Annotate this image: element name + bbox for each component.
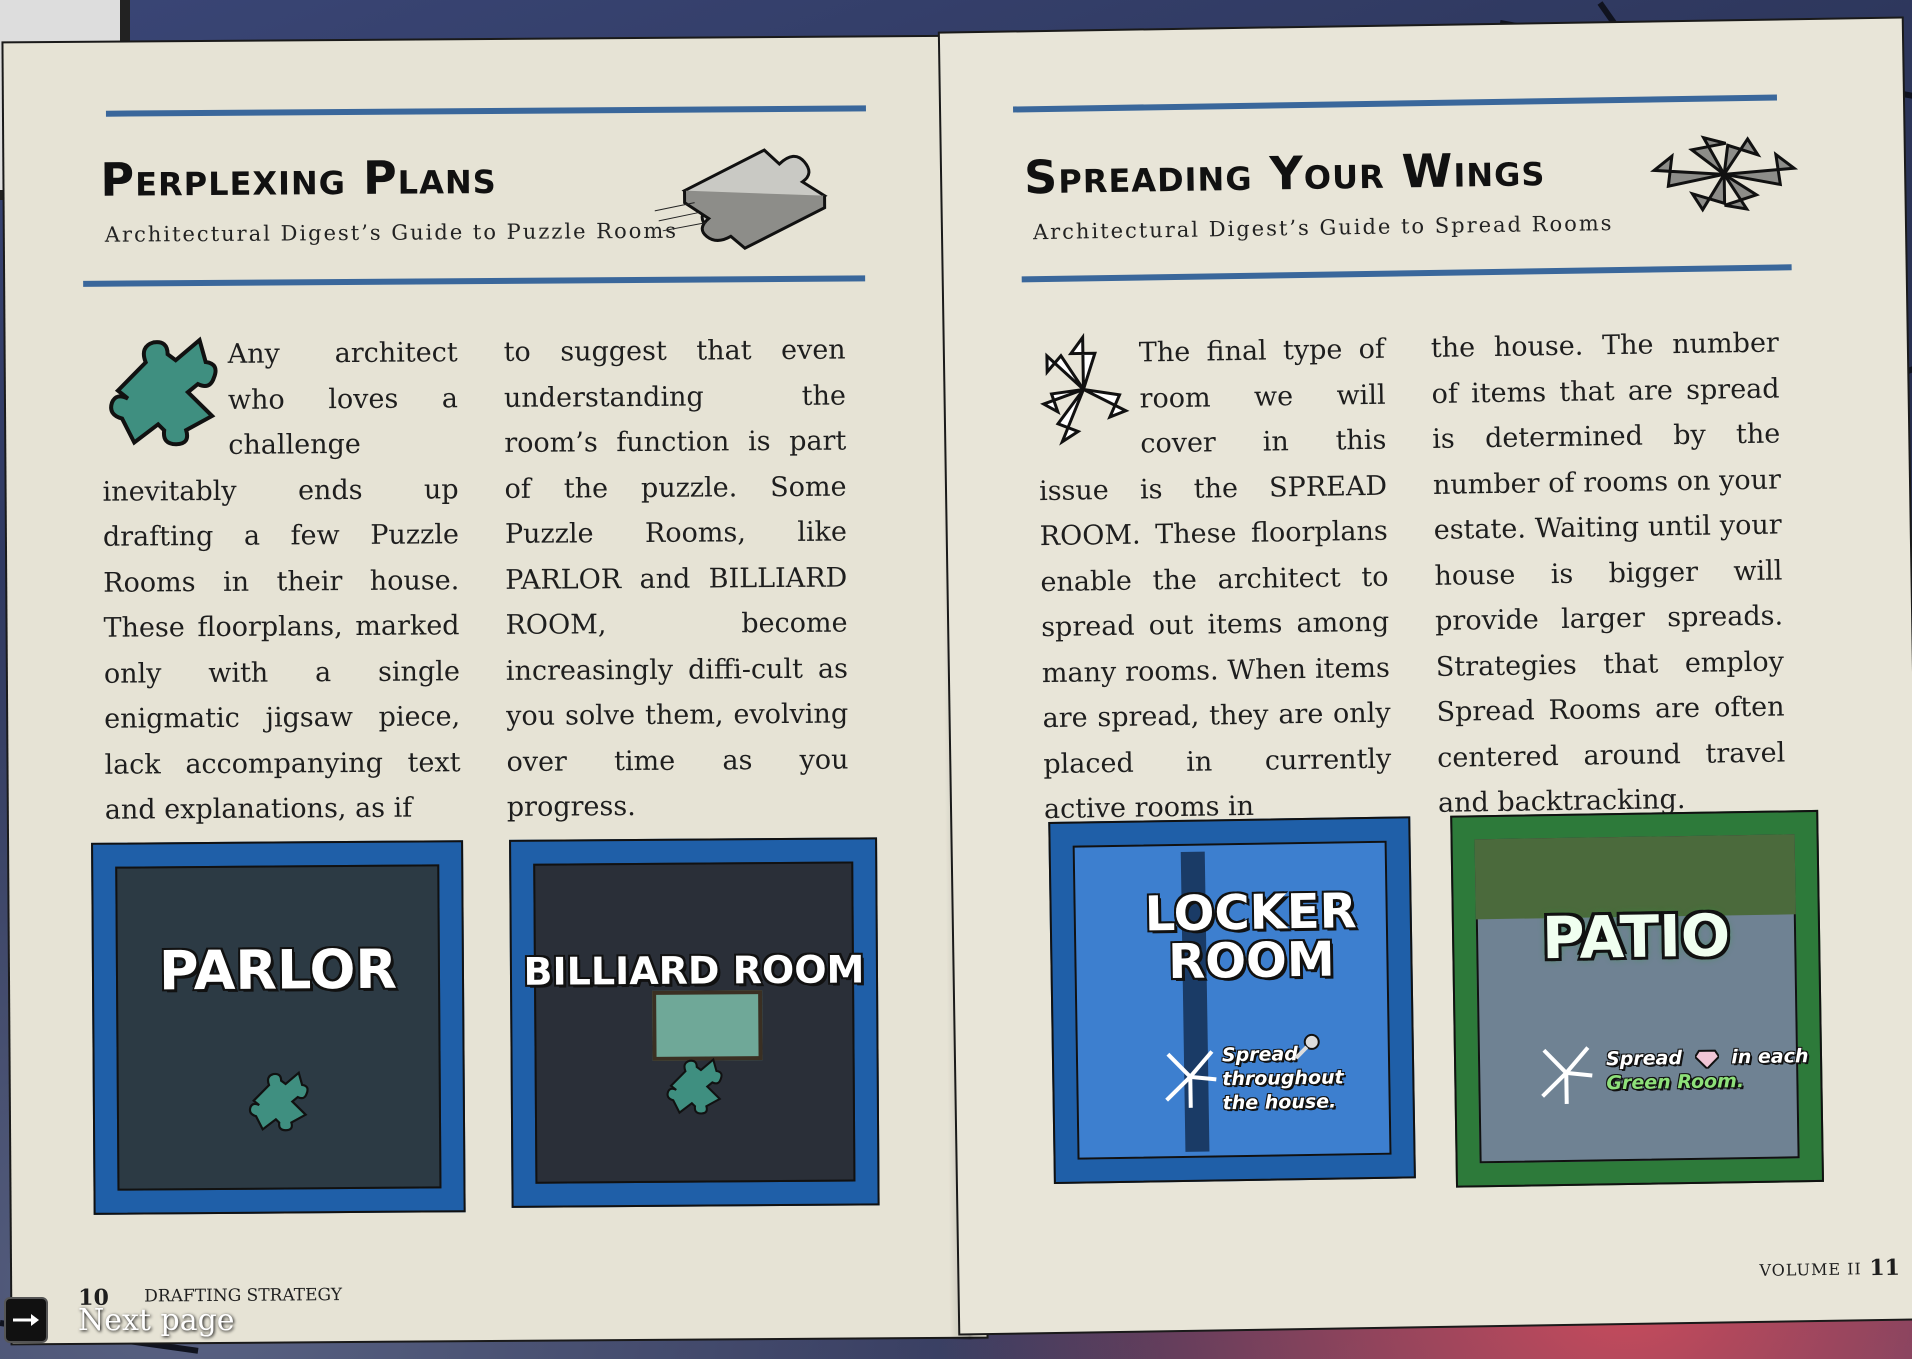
spread-arrows-icon	[1165, 1050, 1217, 1108]
room-note: Spread throughout the house.	[1222, 1041, 1344, 1115]
right-page: Spreading Your Wings Architectural Diges…	[939, 18, 1912, 1334]
room-label: BILLIARD ROOM	[523, 947, 865, 994]
room-label-line: LOCKER	[1144, 883, 1358, 943]
room-label-line: ROOM	[1167, 931, 1336, 991]
page-number: 11	[1869, 1254, 1901, 1282]
room-card-billiard-room: BILLIARD ROOM	[509, 837, 880, 1208]
text-column-1: Any architect who loves a challenge inev…	[101, 330, 461, 833]
page-subtitle: Architectural Digest’s Guide to Spread R…	[1032, 211, 1614, 245]
jigsaw-piece-icon	[109, 336, 218, 447]
spread-arrows-icon	[1650, 135, 1799, 213]
room-note-line: the house.	[1222, 1090, 1337, 1115]
room-note-line: throughout	[1222, 1066, 1344, 1091]
room-card-parlor: PARLOR	[91, 840, 466, 1215]
room-label: PARLOR	[158, 937, 398, 1003]
room-label: LOCKER ROOM	[1091, 883, 1410, 991]
room-note-line: Green Room.	[1606, 1070, 1745, 1095]
top-rule	[1013, 94, 1778, 113]
top-rule	[105, 105, 866, 117]
jigsaw-piece-icon	[666, 1057, 723, 1115]
text-column-2: the house. The number of items that are …	[1430, 327, 1786, 819]
page-title: Perplexing Plans	[100, 149, 497, 207]
page-title: Spreading Your Wings	[1023, 142, 1546, 205]
next-page-label: Next page	[78, 1302, 235, 1338]
room-note-line: Spread	[1221, 1043, 1299, 1067]
text-column-1: The final type of room we will cover in …	[1037, 327, 1393, 833]
gem-icon	[1694, 1049, 1719, 1069]
room-note-line: in each	[1731, 1045, 1809, 1069]
page-subtitle: Architectural Digest’s Guide to Puzzle R…	[104, 218, 679, 247]
room-note: Spread in each Green Room.	[1606, 1044, 1809, 1095]
spread-arrows-icon	[1541, 1046, 1593, 1104]
spread-arrows-icon	[1040, 332, 1130, 446]
room-card-patio: PATIO Spread in each Green Room.	[1450, 809, 1824, 1188]
billiard-table	[652, 990, 763, 1061]
bottom-rule	[83, 275, 866, 287]
next-page-key-icon	[4, 1297, 48, 1343]
volume-label: VOLUME II	[1759, 1259, 1862, 1280]
bottom-rule	[1021, 264, 1792, 283]
next-page-button[interactable]: Next page	[0, 1290, 240, 1350]
jigsaw-piece-icon	[654, 148, 828, 251]
room-card-locker-room: LOCKER ROOM Spread throughout the house.	[1048, 816, 1416, 1184]
text-column-2: to suggest that even understanding the r…	[503, 334, 849, 823]
room-label: PATIO	[1541, 901, 1731, 973]
key-icon	[1294, 1033, 1320, 1060]
room-floorplan	[115, 864, 442, 1191]
left-page: Perplexing Plans Architectural Digest’s …	[3, 36, 987, 1344]
jigsaw-piece-icon	[248, 1070, 309, 1132]
room-note-line: Spread	[1605, 1047, 1683, 1071]
